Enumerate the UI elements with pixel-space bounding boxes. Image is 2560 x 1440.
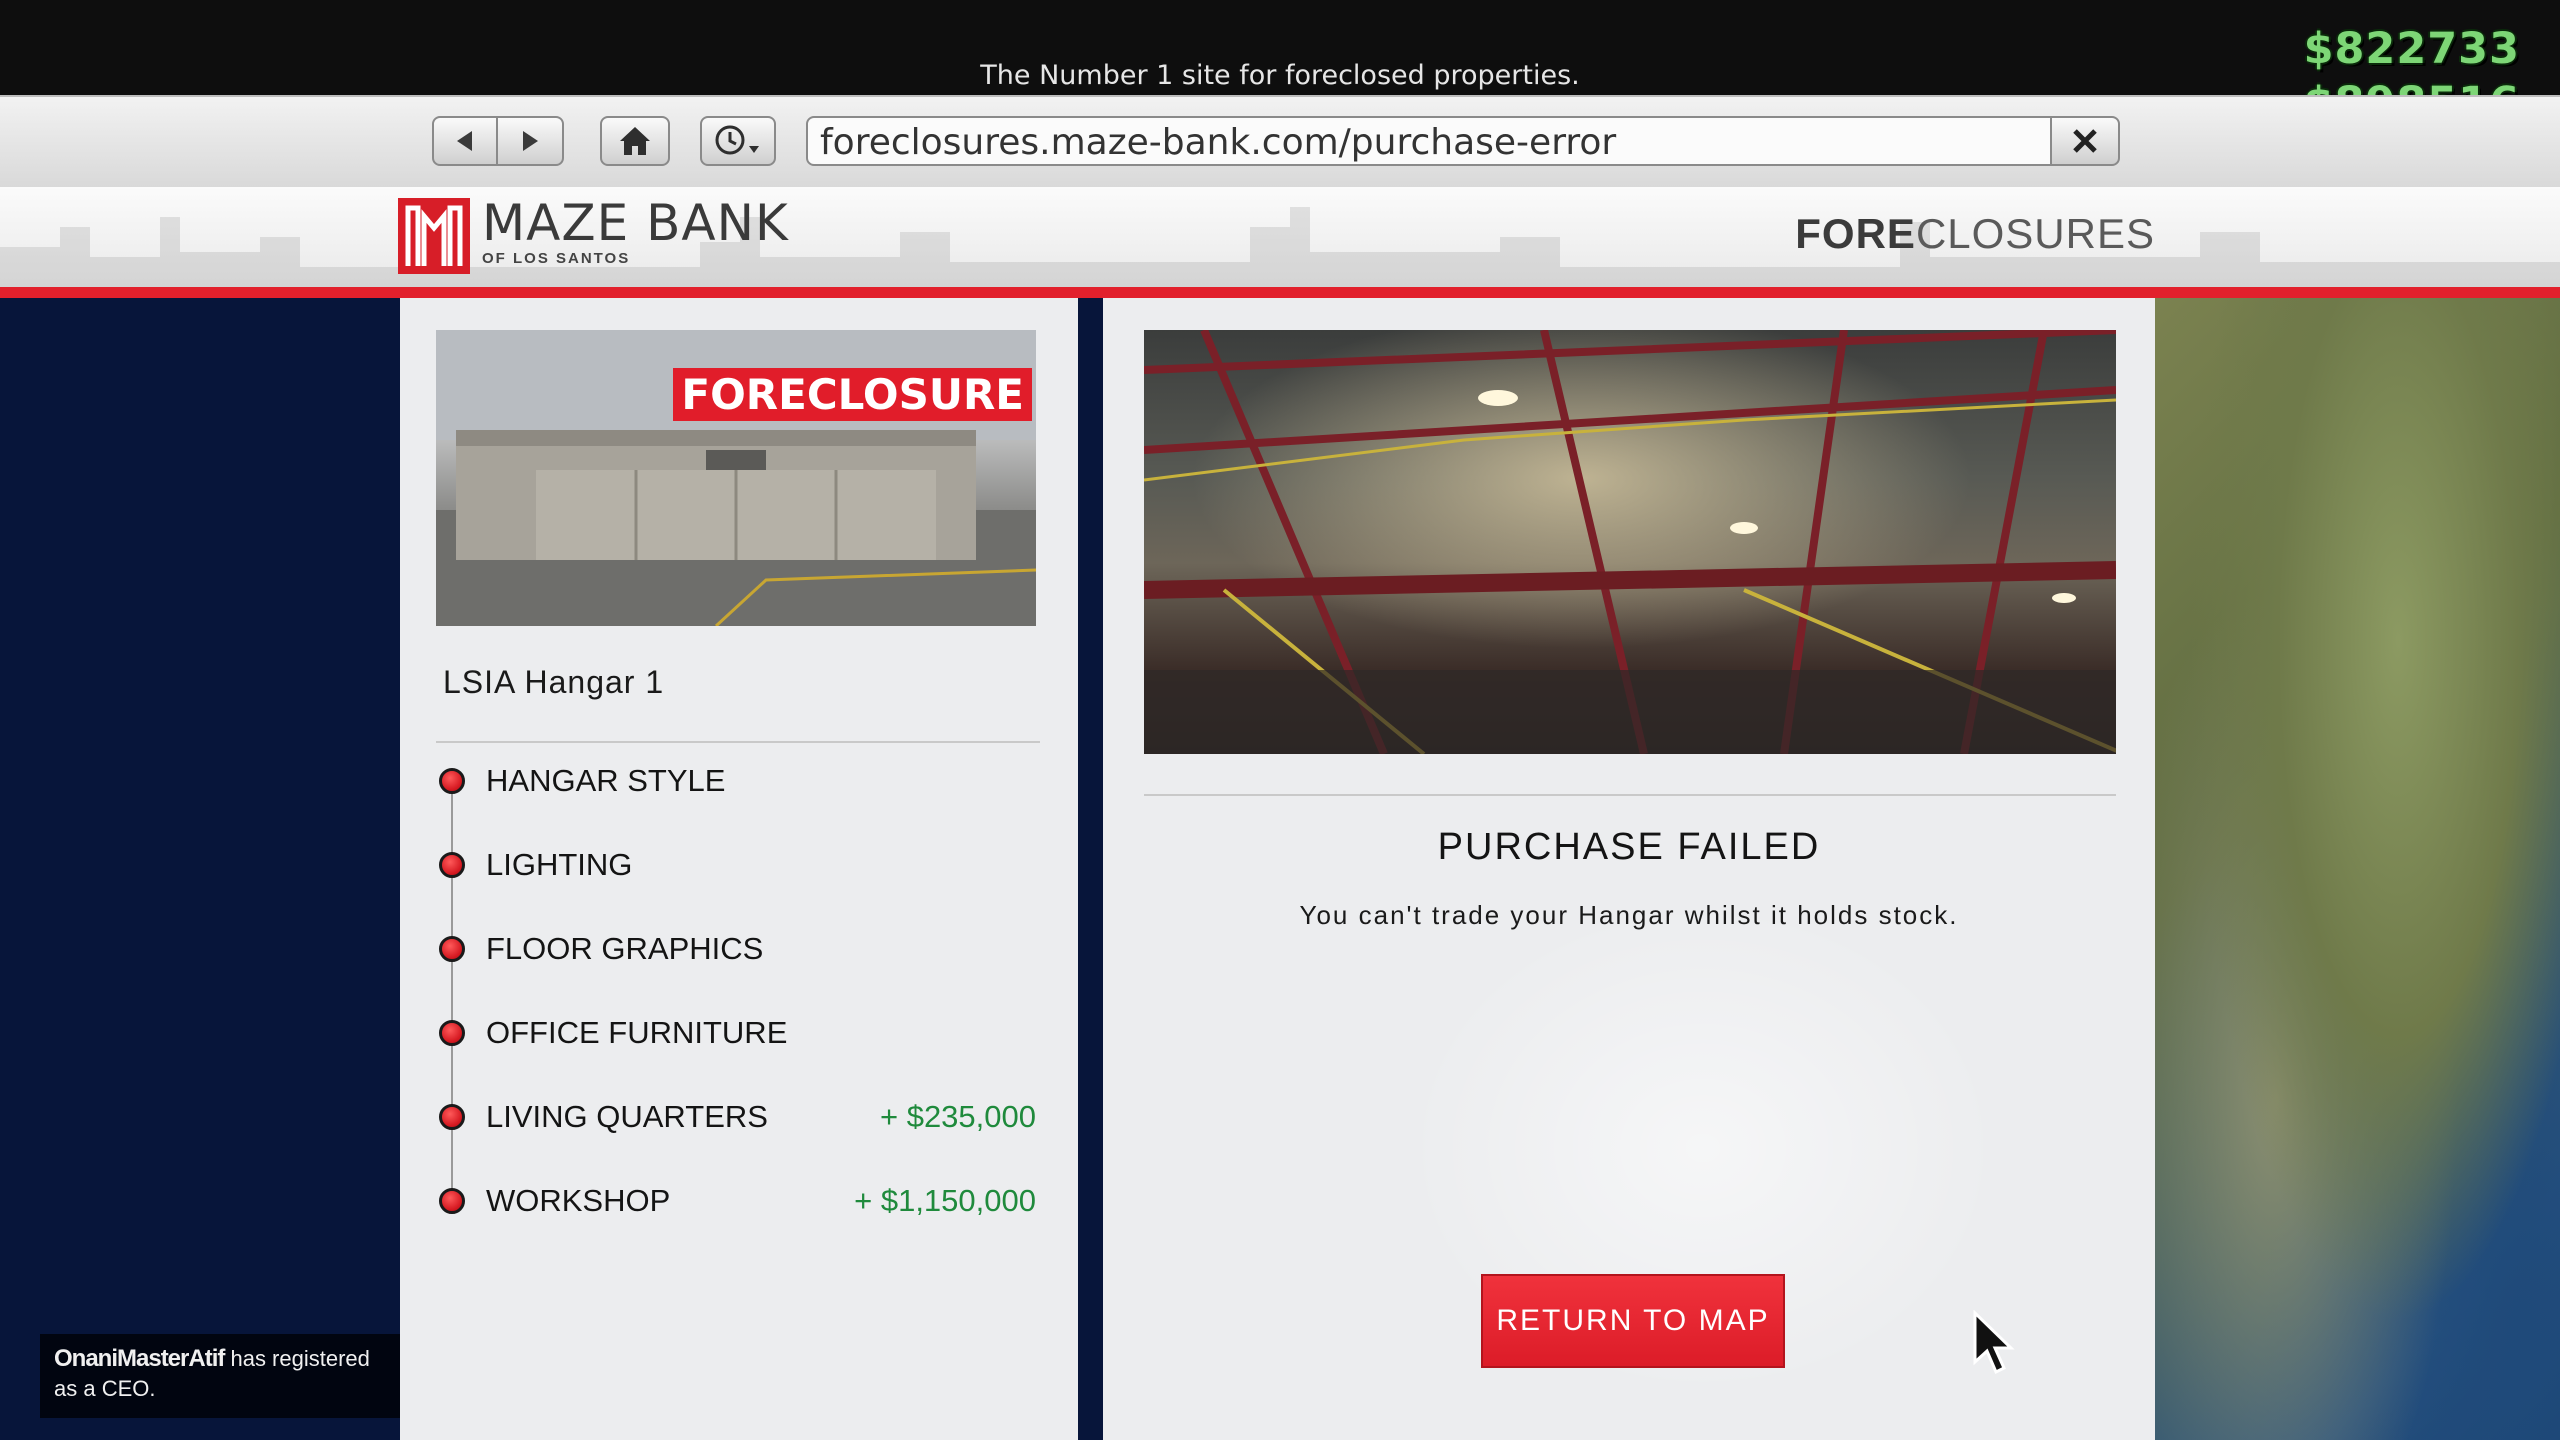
wallet-cash: $822733 bbox=[2303, 24, 2520, 74]
close-icon bbox=[2073, 129, 2097, 153]
return-to-map-button[interactable]: RETURN TO MAP bbox=[1481, 1274, 1785, 1368]
option-bullet-icon bbox=[439, 1020, 465, 1046]
home-button[interactable] bbox=[600, 116, 670, 166]
error-title: PURCHASE FAILED bbox=[1437, 826, 1821, 868]
property-name: LSIA Hangar 1 bbox=[443, 664, 665, 700]
property-panel: FORECLOSURE LSIA Hangar 1 HANGAR STYLE L… bbox=[400, 298, 1078, 1440]
option-label: WORKSHOP bbox=[486, 1183, 671, 1218]
section-title-rest: CLOSURES bbox=[1915, 210, 2155, 257]
skyline-graphic bbox=[0, 207, 2560, 287]
back-button[interactable] bbox=[432, 116, 498, 166]
option-office-furniture[interactable]: OFFICE FURNITURE bbox=[436, 1010, 1036, 1060]
option-bullet-icon bbox=[439, 852, 465, 878]
url-close-button[interactable] bbox=[2050, 116, 2120, 166]
forward-button[interactable] bbox=[496, 116, 564, 166]
error-message: You can't trade your Hangar whilst it ho… bbox=[1299, 900, 1959, 930]
url-bar[interactable]: foreclosures.maze-bank.com/purchase-erro… bbox=[806, 116, 2052, 166]
mouse-cursor-icon bbox=[1973, 1310, 2015, 1375]
logo-title: MAZE BANK bbox=[482, 194, 789, 252]
history-button[interactable] bbox=[700, 116, 776, 166]
home-icon bbox=[620, 127, 650, 155]
logo-subtitle: OF LOS SANTOS bbox=[482, 250, 631, 267]
player-name: OnaniMasterAtif bbox=[54, 1345, 225, 1372]
option-bullet-icon bbox=[439, 768, 465, 794]
option-workshop[interactable]: WORKSHOP + $1,150,000 bbox=[436, 1178, 1036, 1228]
history-icon bbox=[715, 125, 759, 155]
browser-toolbar: foreclosures.maze-bank.com/purchase-erro… bbox=[0, 95, 2560, 189]
option-label: FLOOR GRAPHICS bbox=[486, 931, 764, 966]
hangar-interior-image bbox=[1144, 330, 2116, 754]
option-label: LIVING QUARTERS bbox=[486, 1099, 768, 1134]
option-price: + $235,000 bbox=[879, 1099, 1036, 1134]
divider bbox=[436, 741, 1040, 743]
option-price: + $1,150,000 bbox=[854, 1183, 1036, 1218]
section-title-bold: FORE bbox=[1795, 210, 1916, 257]
notification-feed: OnaniMasterAtif has registered as a CEO. bbox=[40, 1334, 400, 1418]
option-bullet-icon bbox=[439, 1188, 465, 1214]
header-accent-line bbox=[0, 287, 2560, 298]
option-hangar-style[interactable]: HANGAR STYLE bbox=[436, 758, 1036, 808]
option-label: HANGAR STYLE bbox=[486, 763, 726, 798]
option-bullet-icon bbox=[439, 936, 465, 962]
map-background bbox=[2155, 298, 2560, 1440]
divider bbox=[1144, 794, 2116, 796]
purchase-result-panel: PURCHASE FAILED You can't trade your Han… bbox=[1103, 298, 2155, 1440]
property-image: FORECLOSURE bbox=[436, 330, 1036, 626]
site-header bbox=[0, 187, 2560, 287]
foreclosure-badge: FORECLOSURE bbox=[673, 368, 1032, 421]
option-label: OFFICE FURNITURE bbox=[486, 1015, 788, 1050]
option-lighting[interactable]: LIGHTING bbox=[436, 842, 1036, 892]
maze-bank-logo-icon bbox=[398, 198, 470, 274]
back-icon bbox=[457, 131, 472, 151]
option-living-quarters[interactable]: LIVING QUARTERS + $235,000 bbox=[436, 1094, 1036, 1144]
option-floor-graphics[interactable]: FLOOR GRAPHICS bbox=[436, 926, 1036, 976]
section-title: FORECLOSURES bbox=[1795, 210, 2155, 258]
maze-bank-logo[interactable]: MAZE BANK OF LOS SANTOS bbox=[398, 198, 789, 274]
forward-icon bbox=[523, 131, 538, 151]
option-label: LIGHTING bbox=[486, 847, 633, 882]
option-bullet-icon bbox=[439, 1104, 465, 1130]
site-tagline: The Number 1 site for foreclosed propert… bbox=[980, 60, 1580, 91]
